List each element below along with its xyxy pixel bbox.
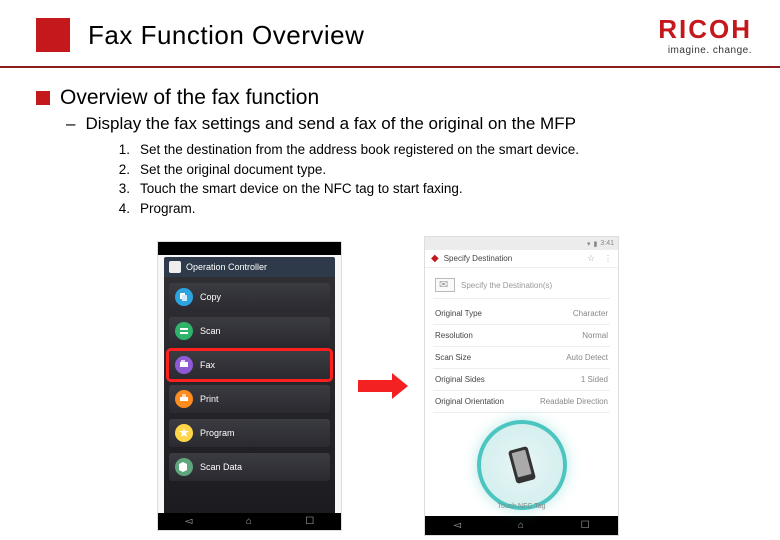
copy-icon [175,288,193,306]
nfc-caption: Touch NFC Tag [497,503,545,510]
section-heading: Overview of the fax function [60,86,319,110]
menu-item-scandata[interactable]: Scan Data [169,453,330,481]
step-text: Set the original document type. [140,160,326,180]
menu-item-label: Program [200,428,235,438]
left-app-header: Operation Controller [164,257,335,277]
slide-title: Fax Function Overview [88,20,364,51]
step-item: 2.Set the original document type. [116,160,740,180]
section-row: Overview of the fax function [36,86,740,110]
section-bullet-icon [36,91,50,105]
statusbar [158,242,341,255]
step-text: Set the destination from the address boo… [140,140,579,160]
left-menu: Copy Scan Fax Print Program [164,277,335,513]
settings-list: Original TypeCharacter ResolutionNormal … [425,303,618,413]
brand-tagline: imagine. change. [658,45,752,56]
nav-back-icon[interactable]: ◅ [453,520,461,531]
setting-row[interactable]: Original OrientationReadable Direction [433,391,610,413]
step-text: Program. [140,199,196,219]
star-icon[interactable]: ☆ [587,253,595,264]
step-item: 3.Touch the smart device on the NFC tag … [116,179,740,199]
right-app-header: ◆ Specify Destination ☆ ⋮ [425,250,618,268]
subsection-dash-icon: – [66,114,75,134]
destination-placeholder: Specify the Destination(s) [461,281,552,290]
steps-list: 1.Set the destination from the address b… [116,140,740,218]
nav-recent-icon[interactable]: ☐ [581,520,590,531]
menu-item-label: Fax [200,360,215,370]
nav-home-icon[interactable]: ⌂ [518,520,524,531]
destination-field[interactable]: Specify the Destination(s) [433,274,610,299]
print-icon [175,390,193,408]
setting-row[interactable]: ResolutionNormal [433,325,610,347]
menu-item-label: Print [200,394,219,404]
slide-header: Fax Function Overview RICOH imagine. cha… [0,0,780,68]
left-device-screenshot: Operation Controller Copy Scan Fax [157,241,342,531]
android-navbar: ◅ ⌂ ☐ [425,516,618,535]
fax-icon [175,356,193,374]
subsection-text: Display the fax settings and send a fax … [85,114,575,134]
menu-item-label: Copy [200,292,221,302]
statusbar: ▾▮3:41 [425,237,618,250]
nfc-circle-icon [477,420,567,510]
title-bullet-icon [36,18,70,52]
step-item: 4.Program. [116,199,740,219]
arrow-right-icon [358,373,408,399]
phone-icon [507,446,535,484]
setting-row[interactable]: Original Sides1 Sided [433,369,610,391]
menu-item-scan[interactable]: Scan [169,317,330,345]
android-navbar: ◅ ⌂ ☐ [158,513,341,530]
overflow-icon[interactable]: ⋮ [604,254,612,263]
setting-row[interactable]: Scan SizeAuto Detect [433,347,610,369]
step-text: Touch the smart device on the NFC tag to… [140,179,463,199]
menu-item-label: Scan [200,326,221,336]
subsection-row: – Display the fax settings and send a fa… [66,114,740,134]
header-left: Fax Function Overview [36,18,364,52]
menu-item-program[interactable]: Program [169,419,330,447]
addressbook-icon [435,278,455,292]
menu-item-copy[interactable]: Copy [169,283,330,311]
brand-logo: RICOH [658,14,752,45]
step-item: 1.Set the destination from the address b… [116,140,740,160]
nav-home-icon[interactable]: ⌂ [246,516,252,527]
scandata-icon [175,458,193,476]
brand-block: RICOH imagine. change. [658,14,752,56]
slide-body: Overview of the fax function – Display t… [0,68,780,536]
nav-back-icon[interactable]: ◅ [185,516,193,527]
menu-item-print[interactable]: Print [169,385,330,413]
setting-row[interactable]: Original TypeCharacter [433,303,610,325]
menu-item-label: Scan Data [200,462,242,472]
nfc-tap-zone[interactable]: Touch NFC Tag [425,413,618,516]
screenshots-row: Operation Controller Copy Scan Fax [36,236,740,536]
app-icon [169,261,181,273]
left-app-title: Operation Controller [186,262,267,272]
menu-item-fax[interactable]: Fax [169,351,330,379]
nav-recent-icon[interactable]: ☐ [305,516,314,527]
program-icon [175,424,193,442]
app-icon: ◆ [431,253,439,264]
scan-icon [175,322,193,340]
right-app-title: Specify Destination [444,254,512,263]
right-device-screenshot: ▾▮3:41 ◆ Specify Destination ☆ ⋮ Specify… [424,236,619,536]
